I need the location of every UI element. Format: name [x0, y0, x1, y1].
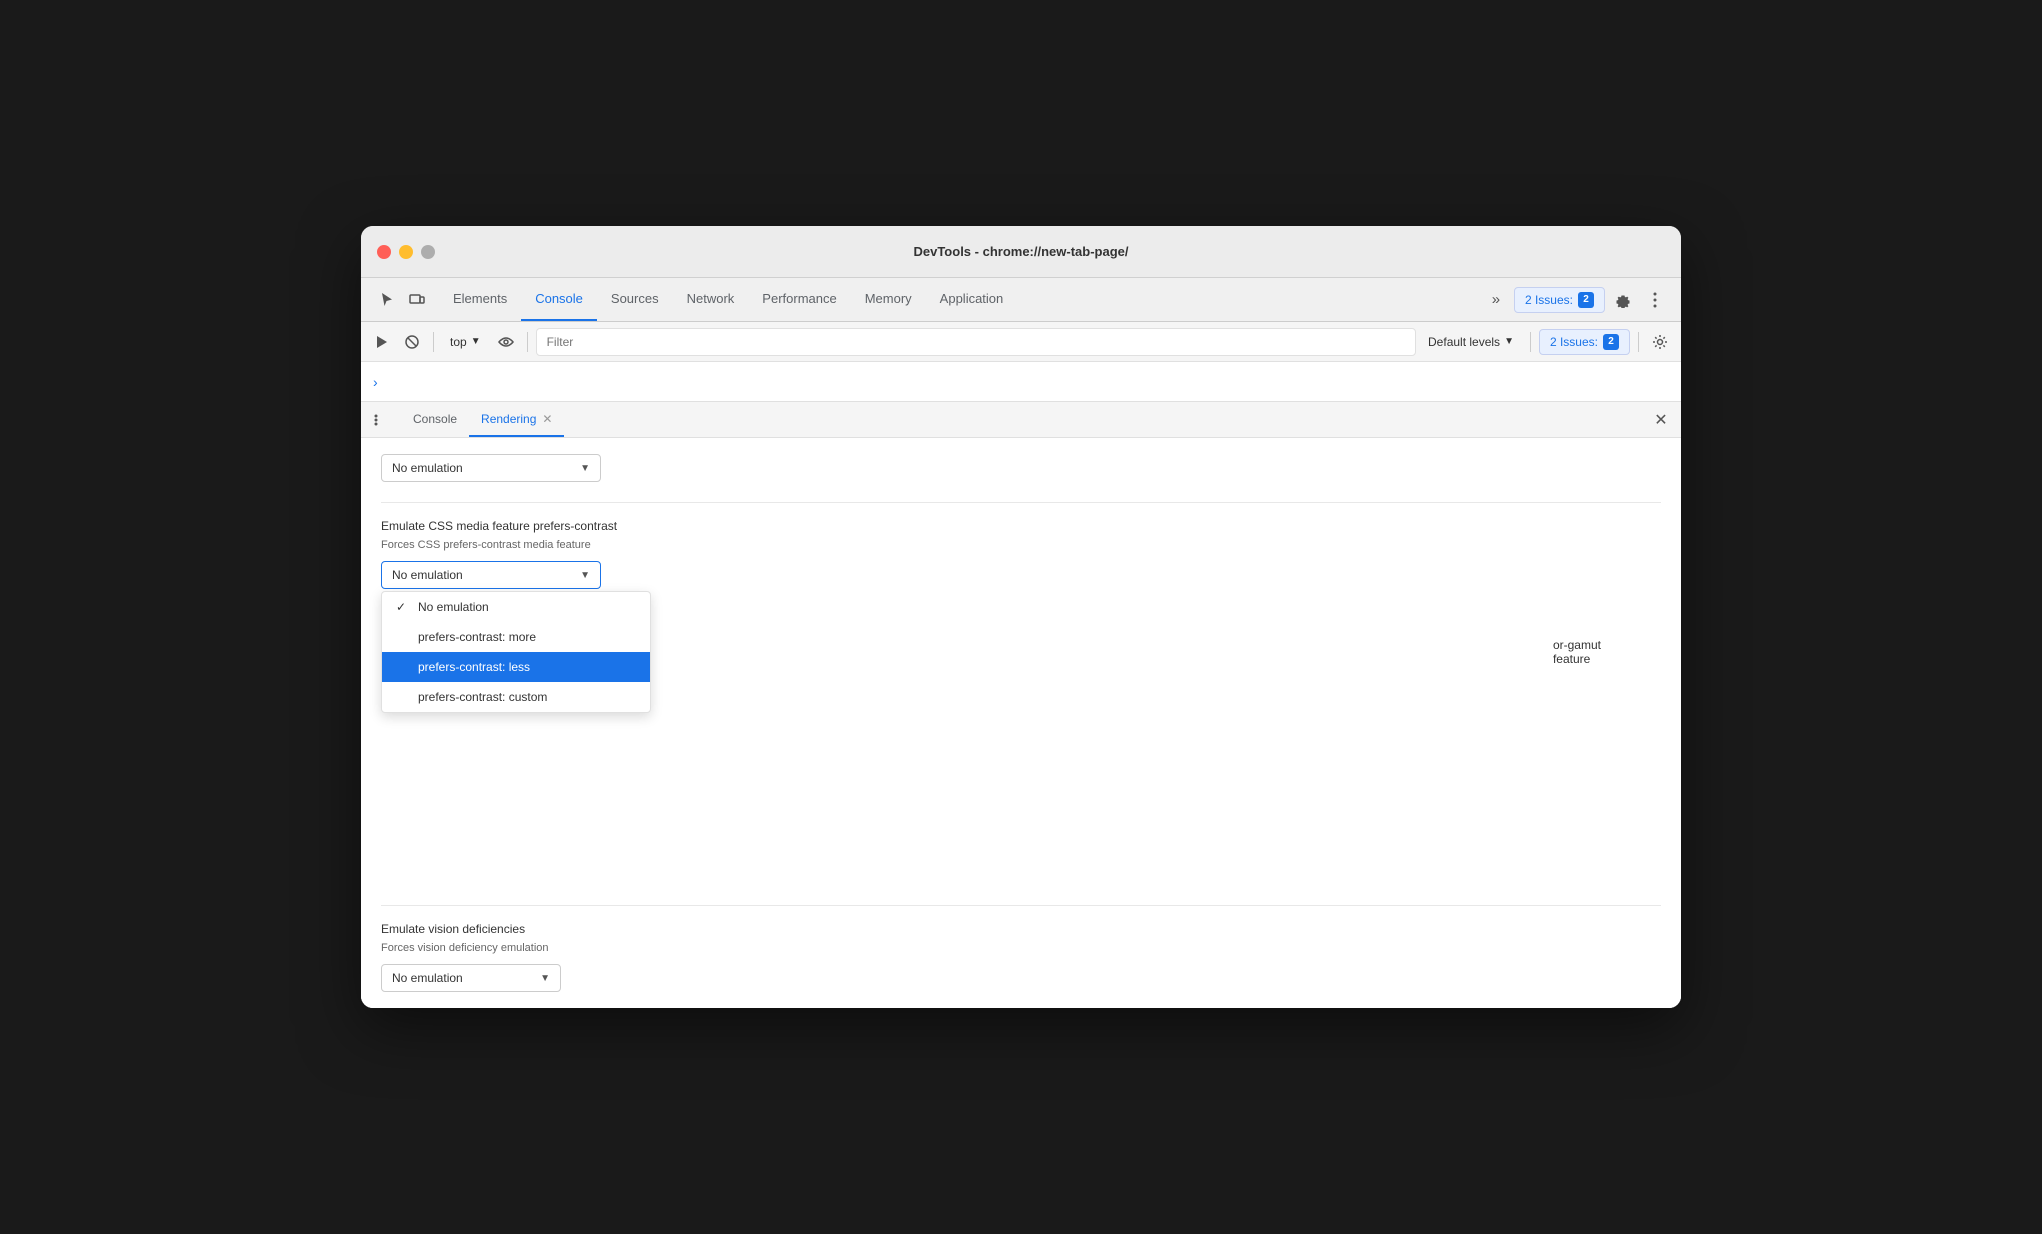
tabs-list: Elements Console Sources Network Perform… [439, 278, 1474, 321]
dropdown-item-custom[interactable]: prefers-contrast: custom [382, 682, 650, 712]
more-options-icon[interactable] [1641, 286, 1669, 314]
eye-icon[interactable] [493, 329, 519, 355]
settings-icon2[interactable] [1647, 329, 1673, 355]
traffic-lights [377, 245, 435, 259]
more-tabs-button[interactable]: » [1482, 286, 1510, 314]
close-tab-icon[interactable]: ✕ [542, 412, 552, 426]
tab-performance[interactable]: Performance [748, 278, 850, 321]
issues-icon: 2 [1578, 292, 1594, 308]
devtools-window: DevTools - chrome://new-tab-page/ Elemen… [361, 226, 1681, 1008]
main-tab-bar: Elements Console Sources Network Perform… [361, 278, 1681, 322]
toolbar-issues-badge[interactable]: 2 Issues: 2 [1539, 329, 1630, 355]
section-2: Emulate CSS media feature prefers-contra… [381, 519, 1661, 589]
toolbar-divider3 [1530, 332, 1531, 352]
chevron-down-icon2: ▼ [1504, 336, 1514, 347]
chevron-down-icon: ▼ [471, 336, 481, 347]
section2-dropdown[interactable]: No emulation ▼ [381, 561, 601, 589]
partial-text2: feature [1553, 652, 1601, 666]
dropdown-menu: ✓ No emulation prefers-contrast: more pr… [381, 591, 651, 713]
divider1 [381, 502, 1661, 503]
vision-desc: Forces vision deficiency emulation [381, 942, 1661, 954]
section1-dropdown[interactable]: No emulation ▼ [381, 454, 601, 482]
partial-text-container: or-gamut feature [1553, 638, 1601, 666]
empty-check [396, 630, 410, 644]
close-button[interactable] [377, 245, 391, 259]
console-prompt[interactable]: › [361, 362, 1681, 402]
toolbar-divider2 [527, 332, 528, 352]
check-icon: ✓ [396, 600, 410, 614]
title-bar: DevTools - chrome://new-tab-page/ [361, 226, 1681, 278]
tab-bar-icons [365, 278, 439, 321]
divider2 [381, 905, 1661, 906]
vision-section: Emulate vision deficiencies Forces visio… [381, 922, 1661, 992]
settings-icon[interactable] [1609, 286, 1637, 314]
section2-dropdown-container: No emulation ▼ ✓ No emulation prefers-co… [381, 561, 601, 589]
section2-label: Emulate CSS media feature prefers-contra… [381, 519, 1661, 533]
tab-network[interactable]: Network [673, 278, 749, 321]
tab-sources[interactable]: Sources [597, 278, 673, 321]
tab-console[interactable]: Console [521, 278, 597, 321]
dropdown-item-no-emulation[interactable]: ✓ No emulation [382, 592, 650, 622]
filter-input[interactable] [536, 328, 1416, 356]
tab-elements[interactable]: Elements [439, 278, 521, 321]
cursor-icon[interactable] [373, 286, 401, 314]
bottom-tab-console[interactable]: Console [401, 402, 469, 437]
tab-bar-right: » 2 Issues: 2 [1474, 278, 1677, 321]
bottom-menu-icon[interactable] [369, 408, 393, 432]
toolbar-issues-icon: 2 [1603, 334, 1619, 350]
bottom-tab-rendering[interactable]: Rendering ✕ [469, 402, 564, 437]
empty-check2 [396, 660, 410, 674]
window-title: DevTools - chrome://new-tab-page/ [913, 244, 1128, 259]
partial-text1: or-gamut [1553, 638, 1601, 652]
maximize-button[interactable] [421, 245, 435, 259]
tab-memory[interactable]: Memory [851, 278, 926, 321]
empty-check3 [396, 690, 410, 704]
minimize-button[interactable] [399, 245, 413, 259]
dropdown-item-more[interactable]: prefers-contrast: more [382, 622, 650, 652]
prompt-arrow-icon: › [373, 374, 378, 390]
block-icon[interactable] [399, 329, 425, 355]
bottom-tab-bar: Console Rendering ✕ ✕ [361, 402, 1681, 438]
close-panel-icon[interactable]: ✕ [1649, 408, 1673, 432]
chevron-down-icon4: ▼ [580, 570, 590, 581]
chevron-down-icon3: ▼ [580, 463, 590, 474]
rendering-panel: No emulation ▼ Emulate CSS media feature… [361, 438, 1681, 1008]
play-icon[interactable] [369, 329, 395, 355]
dropdown-item-less[interactable]: prefers-contrast: less [382, 652, 650, 682]
console-toolbar: top ▼ Default levels ▼ 2 Issues: 2 [361, 322, 1681, 362]
default-levels-button[interactable]: Default levels ▼ [1420, 332, 1522, 352]
section-1: No emulation ▼ [381, 454, 1661, 482]
section2-desc: Forces CSS prefers-contrast media featur… [381, 539, 1661, 551]
issues-badge[interactable]: 2 Issues: 2 [1514, 287, 1605, 313]
vision-label: Emulate vision deficiencies [381, 922, 1661, 936]
toolbar-divider [433, 332, 434, 352]
vision-dropdown[interactable]: No emulation ▼ [381, 964, 561, 992]
toolbar-divider4 [1638, 332, 1639, 352]
chevron-down-icon5: ▼ [540, 973, 550, 984]
device-icon[interactable] [403, 286, 431, 314]
tab-application[interactable]: Application [926, 278, 1018, 321]
context-selector[interactable]: top ▼ [442, 332, 489, 352]
bottom-panel: Console Rendering ✕ ✕ No emulation ▼ Emu… [361, 402, 1681, 1008]
